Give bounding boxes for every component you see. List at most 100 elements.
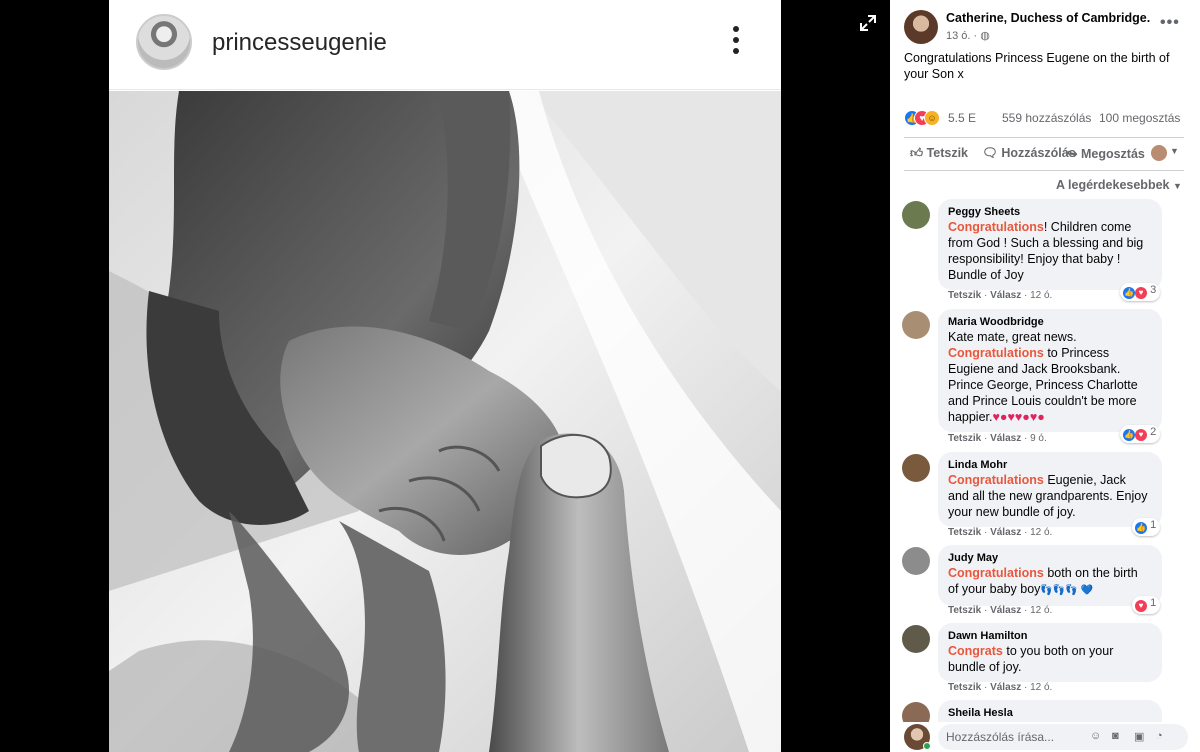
love-reaction-icon: ♥: [1135, 287, 1147, 299]
instagram-username[interactable]: princesseugenie: [212, 29, 387, 57]
commenter-name[interactable]: Peggy Sheets: [948, 205, 1150, 219]
comment-reply-link[interactable]: Válasz: [990, 290, 1021, 301]
highlighted-word[interactable]: Congratulations: [948, 220, 1044, 234]
avatar[interactable]: [902, 454, 930, 482]
globe-icon: ◍: [980, 30, 990, 42]
chevron-down-icon[interactable]: ▼: [1170, 146, 1179, 156]
comment-count[interactable]: 559 hozzászólás: [1002, 111, 1091, 125]
commenter-name[interactable]: Sheila Hesla: [948, 706, 1150, 720]
comment-reactions[interactable]: 👍 1: [1132, 518, 1161, 536]
highlighted-word[interactable]: Congrats: [948, 644, 1003, 658]
post-time[interactable]: 13 ó. · ◍: [946, 29, 990, 42]
reactions-summary[interactable]: 👍 ♥ ☺ 5.5 E 559 hozzászólás 100 megosztá…: [904, 110, 1189, 128]
comment-bubble: Dawn Hamilton Congrats to you both on yo…: [938, 623, 1162, 682]
divider: [904, 137, 1184, 138]
post-side-panel: Catherine, Duchess of Cambridge. 13 ó. ·…: [890, 0, 1200, 752]
comment-meta: Tetszik · Válasz · 12 ó.: [948, 290, 1053, 301]
chevron-down-icon: ▼: [1172, 181, 1182, 191]
comment-time[interactable]: 12 ó.: [1030, 605, 1052, 616]
highlighted-word[interactable]: Congratulations: [948, 473, 1044, 487]
sort-label-text: A legérdekesebbek: [1056, 178, 1170, 192]
comment-reply-link[interactable]: Válasz: [990, 682, 1021, 693]
emoji-icon[interactable]: ☺: [1090, 730, 1104, 742]
share-icon: ↪: [1067, 147, 1078, 161]
comment-time[interactable]: 9 ó.: [1030, 433, 1047, 444]
avatar[interactable]: [902, 311, 930, 339]
comment-reaction-count: 2: [1150, 426, 1157, 438]
like-label: Tetszik: [926, 146, 969, 160]
highlighted-word[interactable]: Congratulations: [948, 566, 1044, 580]
comment-like-link[interactable]: Tetszik: [948, 433, 981, 444]
comment-bubble: Peggy Sheets Congratulations! Children c…: [938, 199, 1162, 290]
post-photo: [109, 91, 781, 752]
comment-reply-link[interactable]: Válasz: [990, 527, 1021, 538]
share-count[interactable]: 100 megosztás: [1099, 111, 1180, 125]
commenter-name[interactable]: Judy May: [948, 551, 1150, 565]
commenter-name[interactable]: Dawn Hamilton: [948, 629, 1150, 643]
media-viewer: princesseugenie: [0, 0, 890, 752]
comment-reactions[interactable]: ♥ 1: [1132, 596, 1161, 614]
comment-text: Congratulations Eugenie, Jack and all th…: [948, 472, 1150, 520]
comment-label: Hozzászólás: [1001, 146, 1076, 160]
author-avatar[interactable]: [904, 10, 938, 44]
avatar[interactable]: [902, 547, 930, 575]
comment-text: Kate mate, great news. Congratulations to…: [948, 329, 1150, 425]
wow-reaction-icon: ☺: [924, 110, 940, 126]
comment-meta: Tetszik · Válasz · 12 ó.: [948, 605, 1053, 616]
comment-reactions[interactable]: 👍 ♥ 3: [1120, 283, 1161, 301]
comment-time[interactable]: 12 ó.: [1030, 290, 1052, 301]
comment-composer: ☺ ◙ ▣ ◔: [890, 722, 1200, 752]
comment-body-prefix: Kate mate, great news.: [948, 330, 1077, 344]
expand-icon[interactable]: [857, 12, 879, 34]
post-time-text: 13 ó. ·: [946, 30, 978, 42]
comment-like-link[interactable]: Tetszik: [948, 527, 981, 538]
comment-reaction-count: 1: [1150, 519, 1157, 531]
thumbs-up-icon: 👍︎: [910, 146, 924, 160]
like-reaction-icon: 👍: [1123, 287, 1135, 299]
comment-bubble: Maria Woodbridge Kate mate, great news. C…: [938, 309, 1162, 432]
comment-reply-link[interactable]: Válasz: [990, 433, 1021, 444]
comment-icon: 🗨︎: [982, 146, 998, 160]
instagram-header: princesseugenie: [109, 0, 781, 90]
commenter-name[interactable]: Maria Woodbridge: [948, 315, 1150, 329]
avatar[interactable]: [902, 625, 930, 653]
instagram-post-embed: princesseugenie: [109, 0, 781, 752]
comment-like-link[interactable]: Tetszik: [948, 605, 981, 616]
camera-icon[interactable]: ◙: [1112, 730, 1126, 742]
love-reaction-icon: ♥: [1135, 429, 1147, 441]
comment-reply-link[interactable]: Válasz: [990, 605, 1021, 616]
share-label: Megosztás: [1080, 147, 1145, 161]
comment-like-link[interactable]: Tetszik: [948, 290, 981, 301]
comment-time[interactable]: 12 ó.: [1030, 527, 1052, 538]
like-reaction-icon: 👍: [1135, 522, 1147, 534]
comment-bubble: Judy May Congratulations both on the bir…: [938, 545, 1162, 606]
post-actions: 👍︎ Tetszik 🗨︎ Hozzászólás ↪ Megosztás ▼: [904, 141, 1184, 169]
gif-icon[interactable]: ▣: [1134, 730, 1148, 743]
comment-like-link[interactable]: Tetszik: [948, 682, 981, 693]
comment-meta: Tetszik · Válasz · 12 ó.: [948, 527, 1053, 538]
like-button[interactable]: 👍︎ Tetszik: [910, 146, 968, 161]
comment-emoji: 👣👣👣 💙: [1040, 585, 1094, 596]
post-more-icon[interactable]: •••: [1160, 14, 1180, 32]
comment-button[interactable]: 🗨︎ Hozzászólás: [982, 146, 1076, 161]
sticker-icon[interactable]: ◔: [1156, 730, 1170, 742]
share-button[interactable]: ↪ Megosztás: [1067, 146, 1145, 161]
highlighted-word[interactable]: Congratulations: [948, 346, 1044, 360]
share-as-avatar[interactable]: [1151, 145, 1167, 161]
comment-text: Congrats to you both on your bundle of j…: [948, 643, 1150, 675]
comment-sort-dropdown[interactable]: A legérdekesebbek ▼: [1056, 178, 1182, 192]
online-status-dot: [923, 742, 931, 750]
like-reaction-icon: 👍: [1123, 429, 1135, 441]
more-options-icon[interactable]: [726, 26, 746, 60]
instagram-avatar[interactable]: [136, 14, 192, 70]
commenter-name[interactable]: Linda Mohr: [948, 458, 1150, 472]
comment-reactions[interactable]: 👍 ♥ 2: [1120, 425, 1161, 443]
avatar[interactable]: [902, 201, 930, 229]
comment-emoji: ♥●♥♥●♥●: [992, 410, 1045, 424]
comment-reaction-count: 1: [1150, 597, 1157, 609]
comment-reaction-count: 3: [1150, 284, 1157, 296]
reaction-count[interactable]: 5.5 E: [948, 111, 976, 125]
comment-time[interactable]: 12 ó.: [1030, 682, 1052, 693]
comment-input[interactable]: [938, 724, 1188, 750]
post-author[interactable]: Catherine, Duchess of Cambridge.: [946, 11, 1150, 25]
